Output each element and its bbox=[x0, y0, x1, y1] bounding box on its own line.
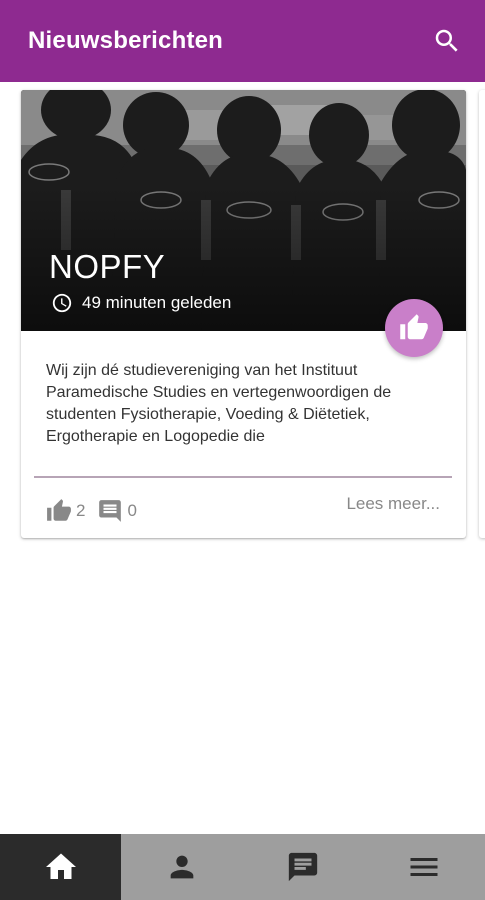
comment-count-value: 0 bbox=[127, 501, 137, 520]
comment-count[interactable]: 0 bbox=[97, 498, 137, 524]
person-icon bbox=[170, 855, 194, 879]
page-title: Nieuwsberichten bbox=[28, 27, 224, 54]
thumbs-up-icon bbox=[400, 314, 428, 340]
read-more-link[interactable]: Lees meer... bbox=[346, 494, 440, 514]
bottom-navigation bbox=[0, 834, 485, 900]
app-bar: Nieuwsberichten bbox=[0, 0, 485, 82]
menu-icon bbox=[410, 858, 438, 876]
news-timestamp: 49 minuten geleden bbox=[51, 292, 231, 314]
chat-icon bbox=[288, 852, 318, 882]
thumbs-up-icon bbox=[47, 499, 71, 521]
timestamp-text: 49 minuten geleden bbox=[82, 293, 232, 312]
search-button[interactable] bbox=[429, 23, 465, 59]
like-count-value: 2 bbox=[76, 501, 86, 520]
news-image: NOPFY 49 minuten geleden bbox=[21, 90, 466, 331]
next-card-peek bbox=[479, 90, 485, 538]
home-icon bbox=[45, 853, 76, 879]
news-card[interactable]: NOPFY 49 minuten geleden Wij zijn dé stu… bbox=[21, 90, 466, 538]
clock-icon bbox=[52, 293, 72, 313]
card-stats: 2 0 bbox=[46, 498, 149, 524]
card-divider bbox=[34, 476, 452, 478]
nav-home[interactable] bbox=[0, 834, 122, 900]
nav-messages[interactable] bbox=[243, 834, 364, 900]
news-title: NOPFY bbox=[49, 248, 166, 285]
comment-icon bbox=[99, 500, 122, 522]
like-fab-button[interactable] bbox=[385, 299, 443, 357]
nav-menu[interactable] bbox=[364, 834, 485, 900]
app-root: Nieuwsberichten NOPFY 49 minuten geleden… bbox=[0, 0, 485, 900]
like-count[interactable]: 2 bbox=[46, 498, 85, 524]
search-icon bbox=[435, 29, 458, 52]
news-excerpt: Wij zijn dé studievereniging van het Ins… bbox=[46, 362, 392, 445]
nav-profile[interactable] bbox=[121, 834, 242, 900]
